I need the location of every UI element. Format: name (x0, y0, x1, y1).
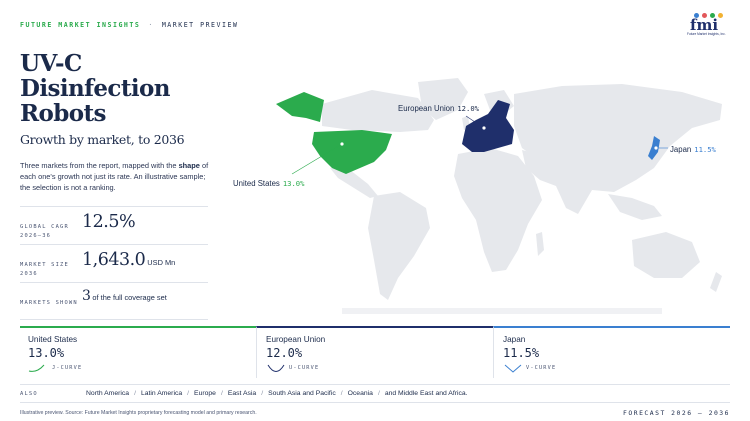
region-link[interactable]: South Asia and Pacific (268, 390, 336, 397)
source-note: Illustrative preview. Source: Future Mar… (20, 410, 257, 416)
section-label: MARKET PREVIEW (161, 21, 239, 29)
marker-us (339, 141, 345, 147)
region-link[interactable]: Europe (194, 390, 216, 397)
fmi-logo[interactable]: fmi Future Market Insights, Inc. (686, 13, 730, 43)
world-map: European Union 12.0% Japan 11.5% United St… (222, 64, 742, 314)
region-united-states[interactable] (312, 130, 392, 174)
top-line: FUTURE MARKET INSIGHTS · MARKET PREVIEW (20, 21, 238, 29)
stat-label: MARKETS SHOWN (20, 300, 78, 306)
region-link[interactable]: Latin America (141, 390, 182, 397)
u-curve-icon (267, 364, 285, 372)
stat-value: 12.5% (82, 212, 136, 232)
card-curve-label: J-CURVE (52, 365, 83, 371)
world-map-svg (276, 78, 722, 314)
stat-markets-shown: MARKETS SHOWN 3 of the full coverage set (20, 282, 208, 320)
page-title: UV-C Disinfection Robots (20, 50, 170, 127)
marker-eu (481, 125, 487, 131)
callout-name: Japan (670, 145, 692, 154)
land-new-zealand (710, 272, 722, 292)
stat-unit: of the full coverage set (92, 293, 167, 302)
callout-japan[interactable]: Japan 11.5% (670, 145, 716, 154)
market-card-japan[interactable]: Japan 11.5% V-CURVE (493, 326, 730, 378)
callout-pct: 13.0% (282, 179, 305, 188)
card-market-name: European Union (266, 335, 326, 344)
land-antarctica (342, 308, 662, 314)
j-curve-icon (28, 364, 45, 372)
description-part-1: Three markets from the report, mapped wi… (20, 161, 179, 170)
also-regions-row: ALSO North America / Latin America / Europ… (20, 384, 730, 403)
region-link[interactable]: North America (86, 390, 129, 397)
region-link[interactable]: Oceania (348, 390, 373, 397)
description-bold: shape (178, 161, 200, 170)
description: Three markets from the report, mapped wi… (20, 160, 210, 193)
land-central-america (330, 168, 378, 198)
market-card-european-union[interactable]: European Union 12.0% U-CURVE (256, 326, 493, 378)
card-market-name: United States (28, 335, 78, 344)
region-link[interactable]: East Asia (228, 390, 256, 397)
callout-european-union[interactable]: European Union 12.0% (398, 104, 479, 113)
stat-value: 1,643.0 (82, 250, 146, 270)
callout-united-states[interactable]: United States 13.0% (233, 179, 304, 188)
card-market-value: 13.0% (28, 346, 65, 360)
page-subtitle: Growth by market, to 2036 (20, 132, 185, 147)
card-curve-label: V-CURVE (526, 365, 557, 371)
card-market-name: Japan (503, 335, 526, 344)
land-southeast-asia (608, 194, 662, 220)
card-curve-label: U-CURVE (289, 365, 320, 371)
also-region-list: North America / Latin America / Europe / Ea… (86, 390, 468, 397)
logo-tagline: Future Market Insights, Inc. (687, 32, 726, 36)
region-link[interactable]: and Middle East and Africa. (385, 390, 468, 397)
key-stats: GLOBAL CAGR 2026–36 12.5% MARKET SIZE 20… (20, 206, 208, 320)
forecast-label: FORECAST 2026 – 2036 (623, 409, 730, 417)
card-market-value: 11.5% (503, 346, 540, 360)
stat-unit: USD Mn (147, 258, 176, 267)
card-market-value: 12.0% (266, 346, 303, 360)
land-australia (632, 232, 700, 278)
header-separator: · (148, 21, 154, 29)
stat-value: 3 (82, 288, 91, 304)
land-madagascar (536, 232, 544, 256)
callout-pct: 11.5% (694, 145, 716, 154)
v-curve-icon (504, 364, 522, 373)
logo-word: fmi (690, 16, 719, 34)
stat-label: MARKET SIZE 2036 (20, 262, 69, 277)
brand-label: FUTURE MARKET INSIGHTS (20, 21, 141, 29)
market-card-united-states[interactable]: United States 13.0% J-CURVE (20, 326, 256, 378)
callout-name: European Union (398, 104, 455, 113)
market-cards: United States 13.0% J-CURVE European Uni… (20, 326, 730, 378)
stat-global-cagr: GLOBAL CAGR 2026–36 12.5% (20, 206, 208, 244)
stat-label: GLOBAL CAGR 2026–36 (20, 224, 69, 239)
stat-market-size: MARKET SIZE 2036 1,643.0 USD Mn (20, 244, 208, 282)
marker-jp (653, 145, 659, 151)
region-alaska[interactable] (276, 92, 324, 122)
callout-name: United States (233, 179, 280, 188)
land-masses (322, 78, 722, 314)
logo-dot (718, 13, 723, 18)
also-label: ALSO (20, 390, 38, 397)
land-south-america (368, 192, 430, 300)
callout-pct: 12.0% (457, 104, 479, 113)
